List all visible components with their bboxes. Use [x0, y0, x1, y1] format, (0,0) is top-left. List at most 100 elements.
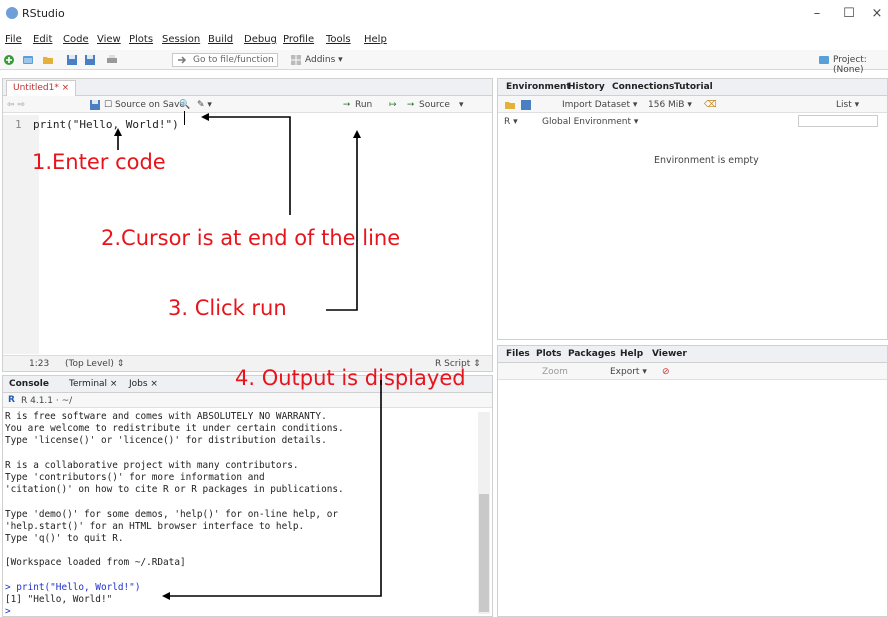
new-project-icon[interactable]	[22, 54, 34, 66]
source-toolbar: ⇦ ⇨ ☐ Source on Save 🔍 ✎ ▾ ➙ Run ↦ ➙ Sou…	[3, 96, 492, 113]
console-pane: Console Terminal × Jobs × R R 4.1.1 · ~/…	[2, 375, 493, 617]
save-icon[interactable]	[66, 54, 78, 66]
menu-help[interactable]: Help	[364, 34, 387, 45]
source-button[interactable]: Source	[419, 100, 450, 110]
rstudio-logo-icon	[6, 7, 18, 19]
remove-plot-icon[interactable]: ⊘	[662, 367, 670, 377]
run-icon[interactable]: ➙	[343, 100, 351, 110]
close-button[interactable]: ×	[862, 4, 888, 24]
console-path-bar: R R 4.1.1 · ~/	[3, 393, 492, 408]
scope-selector[interactable]: (Top Level) ⇕	[65, 359, 124, 369]
tab-files[interactable]: Files	[506, 349, 530, 359]
main-toolbar: Go to file/function Addins ▾ Project: (N…	[0, 50, 888, 75]
tab-connections[interactable]: Connections	[612, 82, 674, 92]
r-language-selector[interactable]: R ▾	[504, 117, 518, 127]
menu-code[interactable]: Code	[63, 34, 89, 45]
list-view-selector[interactable]: List ▾	[836, 100, 859, 110]
console-path: R 4.1.1 · ~/	[21, 396, 73, 406]
addins-menu[interactable]: Addins ▾	[305, 55, 343, 65]
menu-plots[interactable]: Plots	[129, 34, 153, 45]
r-logo-icon: R	[8, 395, 15, 405]
annotation-step4: 4. Output is displayed	[235, 366, 466, 390]
print-icon[interactable]	[106, 54, 118, 66]
source-pane: Untitled1* × ⇦ ⇨ ☐ Source on Save 🔍 ✎ ▾ …	[2, 78, 493, 372]
environment-search-input[interactable]	[798, 115, 878, 127]
project-menu[interactable]: Project: (None)	[833, 55, 888, 75]
files-pane: Files Plots Packages Help Viewer Zoom Ex…	[497, 345, 888, 617]
menu-bar: File Edit Code View Plots Session Build …	[0, 34, 888, 50]
menu-profile[interactable]: Profile	[283, 34, 314, 45]
grid-icon[interactable]	[290, 54, 302, 66]
console-result: [1] "Hello, World!"	[5, 594, 113, 606]
source-tabstrip: Untitled1* ×	[3, 79, 492, 96]
console-command: > print("Hello, World!")	[5, 581, 141, 593]
console-output[interactable]: R is free software and comes with ABSOLU…	[5, 411, 344, 617]
import-dataset-button[interactable]: Import Dataset ▾	[562, 100, 637, 110]
cursor-position: 1:23	[29, 359, 50, 369]
plots-toolbar: Zoom Export ▾ ⊘	[498, 363, 887, 380]
console-line: 'citation()' on how to cite R or R packa…	[5, 484, 344, 496]
nav-back-icon[interactable]: ⇦ ⇨	[7, 100, 25, 110]
menu-edit[interactable]: Edit	[33, 34, 52, 45]
run-button[interactable]: Run	[355, 100, 372, 110]
save-workspace-icon[interactable]	[520, 99, 532, 111]
minimize-button[interactable]: –	[802, 4, 832, 24]
global-environment-selector[interactable]: Global Environment ▾	[542, 117, 638, 127]
save-all-icon[interactable]	[84, 54, 96, 66]
text-cursor	[184, 111, 185, 125]
title-bar: RStudio – ☐ ×	[0, 0, 888, 30]
maximize-button[interactable]: ☐	[834, 4, 864, 24]
window-title: RStudio	[22, 7, 65, 20]
tab-viewer[interactable]: Viewer	[652, 349, 687, 359]
search-icon[interactable]: 🔍	[179, 100, 190, 110]
tab-environment[interactable]: Environment	[506, 82, 571, 92]
console-line: 'help.start()' for an HTML browser inter…	[5, 520, 305, 532]
environment-empty-message: Environment is empty	[654, 155, 759, 166]
load-workspace-icon[interactable]	[504, 99, 516, 111]
broom-icon[interactable]: ⌫	[704, 100, 717, 110]
console-line: Type 'demo()' for some demos, 'help()' f…	[5, 508, 339, 520]
tab-tutorial[interactable]: Tutorial	[674, 82, 713, 92]
code-editor-line[interactable]: print("Hello, World!")	[33, 118, 179, 131]
menu-view[interactable]: View	[97, 34, 121, 45]
save-icon[interactable]	[89, 99, 101, 111]
tab-console[interactable]: Console	[9, 379, 49, 389]
menu-tools[interactable]: Tools	[326, 34, 351, 45]
source-on-save-checkbox[interactable]: ☐	[104, 100, 112, 110]
console-scrollbar[interactable]	[478, 412, 490, 614]
source-dropdown-icon[interactable]: ▾	[459, 100, 464, 110]
console-prompt[interactable]: >	[5, 606, 11, 617]
menu-file[interactable]: File	[5, 34, 22, 45]
tab-history[interactable]: History	[568, 82, 605, 92]
console-line: R is a collaborative project with many c…	[5, 459, 299, 471]
tab-help[interactable]: Help	[620, 349, 643, 359]
open-file-icon[interactable]	[42, 54, 54, 66]
rerun-icon[interactable]: ↦	[389, 100, 397, 110]
environment-pane: Environment History Connections Tutorial…	[497, 78, 888, 340]
line-number: 1	[15, 118, 22, 131]
project-icon	[819, 56, 829, 64]
tab-packages[interactable]: Packages	[568, 349, 616, 359]
environment-toolbar: Import Dataset ▾ 156 MiB ▾ ⌫ List ▾	[498, 96, 887, 113]
annotation-step3: 3. Click run	[168, 296, 287, 320]
tab-jobs[interactable]: Jobs ×	[129, 379, 158, 389]
console-line: [Workspace loaded from ~/.RData]	[5, 557, 186, 569]
annotation-step2: 2.Cursor is at end of the line	[101, 226, 401, 250]
memory-usage-button[interactable]: 156 MiB ▾	[648, 100, 692, 110]
menu-build[interactable]: Build	[208, 34, 233, 45]
new-file-icon[interactable]	[3, 54, 15, 66]
console-line: Type 'contributors()' for more informati…	[5, 472, 265, 484]
environment-tabstrip: Environment History Connections Tutorial	[498, 79, 887, 96]
tab-plots[interactable]: Plots	[536, 349, 562, 359]
environment-scope-bar: R ▾ Global Environment ▾	[498, 113, 887, 130]
source-icon[interactable]: ➙	[407, 100, 415, 110]
magic-wand-icon[interactable]: ✎ ▾	[197, 100, 212, 110]
tab-untitled1[interactable]: Untitled1* ×	[6, 80, 77, 96]
menu-debug[interactable]: Debug	[244, 34, 277, 45]
export-button[interactable]: Export ▾	[610, 367, 647, 377]
tab-terminal[interactable]: Terminal ×	[69, 379, 117, 389]
menu-session[interactable]: Session	[162, 34, 200, 45]
zoom-button[interactable]: Zoom	[542, 367, 568, 377]
go-to-arrow-icon	[178, 56, 187, 64]
console-scroll-thumb[interactable]	[479, 494, 489, 612]
